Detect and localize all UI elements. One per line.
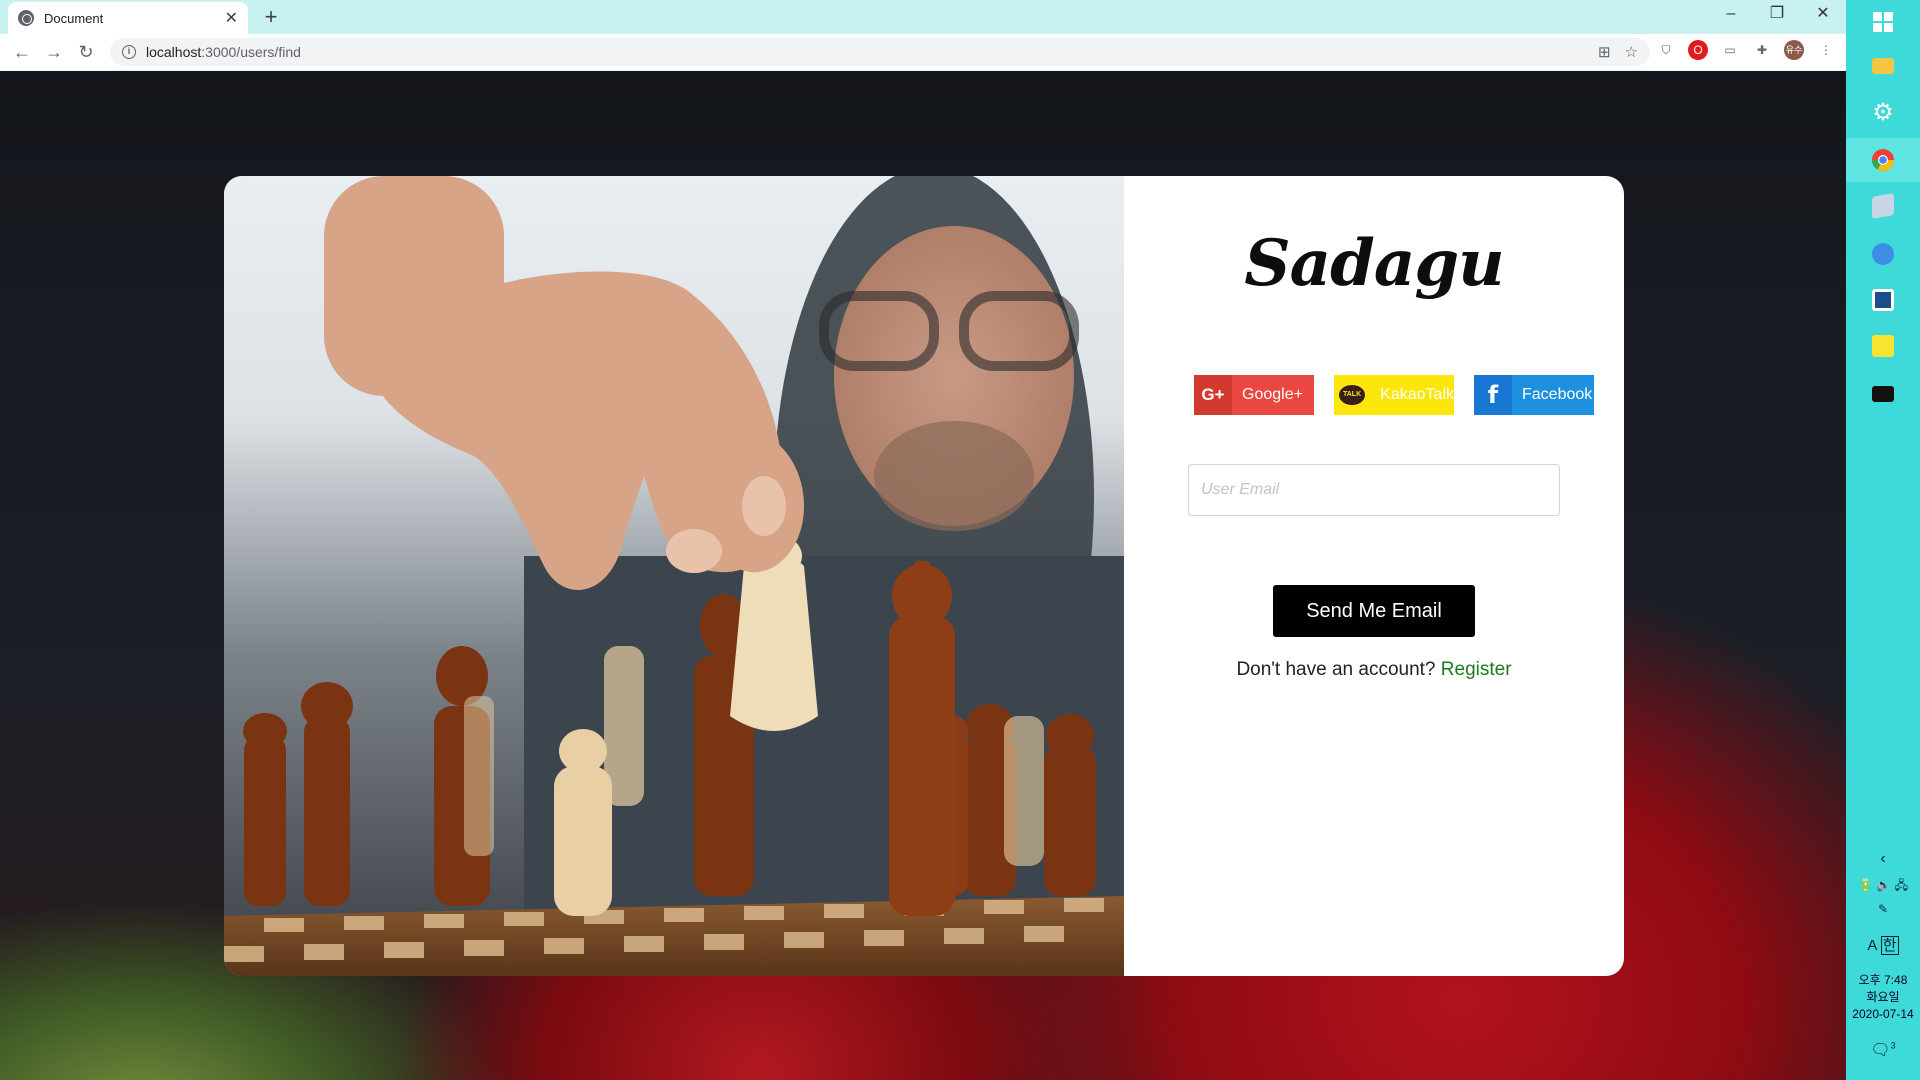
google-login-button[interactable]: G+ Google+ (1194, 375, 1314, 415)
network-app-icon[interactable] (1846, 232, 1920, 276)
blue-app-icon[interactable] (1846, 278, 1920, 322)
notification-icon[interactable]: 🗨3 (1846, 1040, 1920, 1060)
kakao-bubble-text: TALK (1339, 385, 1366, 405)
cast-extension-icon[interactable]: ▭ (1720, 40, 1740, 60)
find-user-card: Sadagu G+ Google+ TALK KakaoTalk f Faceb… (224, 176, 1624, 976)
ime-indicator[interactable]: A 한 (1846, 934, 1920, 955)
url-path: :3000/users/find (201, 44, 301, 60)
pen-icon[interactable]: ✎ (1846, 902, 1920, 916)
terminal-icon[interactable] (1846, 372, 1920, 416)
register-link[interactable]: Register (1441, 659, 1512, 680)
clock-date: 2020-07-14 (1852, 1007, 1914, 1021)
new-tab-button[interactable]: + (258, 4, 284, 30)
windows-taskbar: ⚙ ‹ 🔋 🔈 🖧 ✎ A 한 오후 7:48 화요일 2020-07-14 🗨… (1846, 0, 1920, 1080)
url-host: localhost (146, 44, 202, 60)
brand-logo: Sadagu (1244, 226, 1504, 301)
browser-tab[interactable]: Document ✕ (8, 2, 248, 34)
facebook-login-label: Facebook (1522, 386, 1593, 403)
bookmark-star-icon[interactable]: ☆ (1625, 43, 1638, 61)
taskbar-clock[interactable]: 오후 7:48 화요일 2020-07-14 (1846, 972, 1920, 1023)
google-login-label: Google+ (1242, 386, 1303, 403)
chess-photo (224, 176, 1124, 976)
address-bar[interactable]: i localhost:3000/users/find ⊞ ☆ (110, 38, 1650, 66)
register-prompt: Don't have an account? Register (1124, 659, 1624, 681)
menu-kebab-icon[interactable]: ⋮ (1816, 40, 1836, 60)
globe-icon (18, 10, 34, 26)
windows-start-icon[interactable] (1846, 0, 1920, 44)
tray-status-icons: 🔋 🔈 🖧 (1858, 878, 1908, 892)
shield-extension-icon[interactable]: ⛉ (1656, 40, 1676, 60)
forward-arrow-icon[interactable]: → (38, 36, 70, 68)
translate-icon[interactable]: ⊞ (1598, 43, 1611, 61)
back-arrow-icon[interactable]: ← (6, 36, 38, 68)
chess-illustration (224, 176, 1124, 976)
find-user-form: Sadagu G+ Google+ TALK KakaoTalk f Faceb… (1124, 176, 1624, 976)
kakao-talk-icon: TALK (1334, 375, 1371, 415)
tray-expand-icon[interactable]: ‹ (1846, 850, 1920, 868)
vm-app-icon[interactable] (1846, 184, 1920, 228)
chrome-icon[interactable] (1846, 138, 1920, 182)
ime-han: 한 (1880, 936, 1899, 955)
kakao-login-label: KakaoTalk (1380, 386, 1454, 403)
close-tab-icon[interactable]: ✕ (225, 8, 238, 28)
email-field[interactable] (1188, 464, 1560, 516)
site-info-icon[interactable]: i (122, 45, 136, 59)
facebook-icon: f (1474, 375, 1512, 415)
register-prompt-text: Don't have an account? (1236, 659, 1436, 680)
browser-toolbar: ← → ↻ i localhost:3000/users/find ⊞ ☆ ⛉ … (0, 34, 1846, 70)
restore-button[interactable]: ❐ (1754, 0, 1800, 30)
kakao-login-button[interactable]: TALK KakaoTalk (1334, 375, 1454, 415)
notification-count: 3 (1890, 1040, 1896, 1051)
settings-gear-icon[interactable]: ⚙ (1846, 90, 1920, 134)
page-background: Sadagu G+ Google+ TALK KakaoTalk f Faceb… (0, 71, 1846, 1080)
tab-strip: Document ✕ + – ❐ ✕ (0, 0, 1846, 34)
browser-chrome: Document ✕ + – ❐ ✕ ← → ↻ i localhost:300… (0, 0, 1846, 71)
ime-a: A (1867, 937, 1877, 954)
profile-avatar[interactable]: 유수 (1784, 40, 1804, 60)
google-plus-icon: G+ (1194, 375, 1232, 415)
reload-icon[interactable]: ↻ (70, 36, 102, 68)
clock-day: 화요일 (1866, 990, 1900, 1004)
facebook-login-button[interactable]: f Facebook (1474, 375, 1594, 415)
file-explorer-icon[interactable] (1846, 44, 1920, 88)
close-window-button[interactable]: ✕ (1800, 0, 1846, 30)
clock-time: 오후 7:48 (1858, 973, 1908, 987)
puzzle-extensions-icon[interactable]: ✚ (1752, 40, 1772, 60)
tab-title: Document (44, 10, 104, 26)
sticky-notes-icon[interactable] (1846, 324, 1920, 368)
send-email-button[interactable]: Send Me Email (1273, 585, 1475, 637)
minimize-button[interactable]: – (1708, 0, 1754, 30)
opera-extension-icon[interactable]: O (1688, 40, 1708, 60)
